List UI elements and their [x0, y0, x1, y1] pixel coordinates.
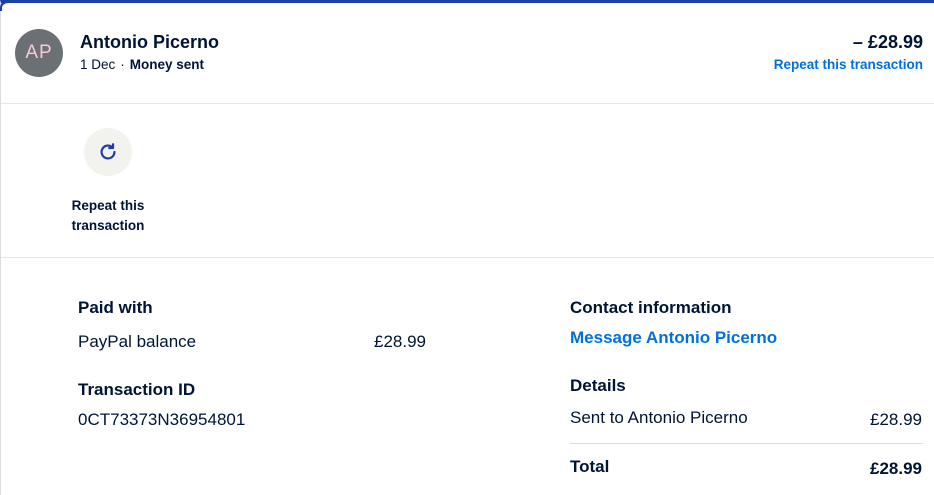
action-bar: Repeat this transaction [1, 104, 934, 258]
details-divider [570, 443, 923, 444]
sent-to-amount: £28.99 [870, 410, 922, 429]
total-amount: £28.99 [870, 459, 922, 478]
transaction-header: AP Antonio Picerno 1 Dec · Money sent – £2… [1, 3, 934, 104]
transaction-amount: – £28.99 [852, 32, 923, 52]
sent-to-label: Sent to Antonio Picerno [570, 408, 748, 427]
paid-with-title: Paid with [78, 298, 153, 317]
repeat-transaction-label[interactable]: Repeat this transaction [63, 196, 153, 236]
transaction-meta: 1 Dec · Money sent [80, 57, 204, 72]
transaction-date: 1 Dec [80, 57, 116, 72]
transaction-id-value: 0CT73373N36954801 [78, 410, 246, 429]
repeat-transaction-button[interactable]: Repeat this transaction [63, 128, 153, 236]
payment-method: PayPal balance [78, 332, 197, 351]
details-title: Details [570, 376, 626, 395]
message-contact-link[interactable]: Message Antonio Picerno [570, 328, 777, 348]
meta-separator: · [120, 57, 125, 72]
transaction-panel: AP Antonio Picerno 1 Dec · Money sent – £2… [0, 0, 934, 495]
contact-info-title: Contact information [570, 298, 732, 317]
avatar: AP [15, 29, 63, 77]
repeat-transaction-link[interactable]: Repeat this transaction [774, 57, 923, 72]
repeat-icon-circle[interactable] [84, 128, 132, 176]
refresh-icon [100, 143, 116, 160]
total-label: Total [570, 457, 610, 476]
recipient-name: Antonio Picerno [80, 32, 219, 52]
transaction-type: Money sent [129, 57, 205, 72]
payment-amount: £28.99 [374, 332, 426, 351]
transaction-id-title: Transaction ID [78, 380, 196, 399]
